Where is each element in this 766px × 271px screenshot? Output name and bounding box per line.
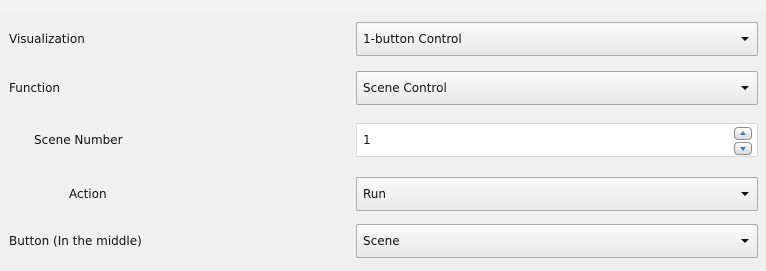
visualization-row: Visualization 1-button Control [0, 22, 766, 56]
function-label: Function [9, 81, 61, 95]
chevron-down-icon[interactable] [741, 192, 749, 196]
function-value: Scene Control [363, 81, 447, 95]
button-position-select[interactable]: Scene [356, 224, 758, 258]
parameter-panel: Visualization 1-button Control Function … [0, 12, 766, 271]
scene-number-label: Scene Number [34, 133, 123, 147]
chevron-down-icon[interactable] [741, 86, 749, 90]
action-label: Action [69, 187, 107, 201]
function-select[interactable]: Scene Control [356, 71, 758, 105]
scene-number-value[interactable]: 1 [363, 124, 371, 156]
function-row: Function Scene Control [0, 71, 766, 105]
button-position-value: Scene [363, 234, 400, 248]
button-position-label: Button (In the middle) [9, 234, 142, 248]
spin-up-icon [740, 131, 746, 135]
visualization-value: 1-button Control [363, 32, 462, 46]
visualization-select[interactable]: 1-button Control [356, 22, 758, 56]
spinner-buttons [734, 126, 752, 156]
chevron-down-icon[interactable] [741, 239, 749, 243]
spin-down-button[interactable] [734, 142, 752, 155]
action-select[interactable]: Run [356, 177, 758, 211]
button-position-row: Button (In the middle) Scene [0, 224, 766, 258]
chevron-down-icon[interactable] [741, 37, 749, 41]
visualization-label: Visualization [9, 32, 85, 46]
spin-down-icon [740, 147, 746, 151]
scene-number-row: Scene Number 1 [0, 123, 766, 157]
spin-up-button[interactable] [734, 127, 752, 140]
action-value: Run [363, 187, 387, 201]
action-row: Action Run [0, 177, 766, 211]
scene-number-spinner[interactable]: 1 [356, 123, 758, 157]
